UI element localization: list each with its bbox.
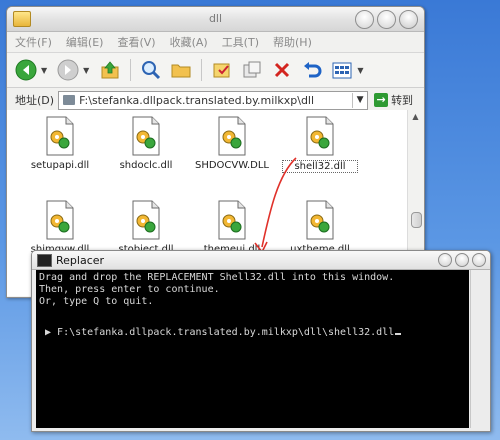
forward-arrow-icon bbox=[57, 59, 79, 81]
file-name: shdoclc.dll bbox=[119, 160, 173, 171]
copy-to-button[interactable] bbox=[239, 57, 265, 83]
console-maximize-button[interactable] bbox=[455, 253, 469, 267]
folders-button[interactable] bbox=[168, 57, 194, 83]
console-lines: Drag and drop the REPLACEMENT Shell32.dl… bbox=[39, 272, 394, 308]
file-item[interactable]: shimgvw.dll bbox=[22, 200, 98, 255]
file-item[interactable]: stobject.dll bbox=[108, 200, 184, 255]
console-line: Or, type Q to quit. bbox=[39, 296, 154, 307]
dll-file-icon bbox=[306, 116, 334, 156]
search-button[interactable] bbox=[138, 57, 164, 83]
file-name: SHDOCVW.DLL bbox=[194, 160, 270, 171]
file-item[interactable]: uxtheme.dll bbox=[282, 200, 358, 255]
file-name: shell32.dll bbox=[282, 160, 358, 173]
console-minimize-button[interactable] bbox=[438, 253, 452, 267]
go-button[interactable]: → 转到 bbox=[374, 92, 413, 108]
console-command: ▶ F:\stefanka.dllpack.translated.by.milk… bbox=[39, 327, 395, 338]
minimize-button[interactable] bbox=[355, 10, 374, 29]
console-titlebar[interactable]: Replacer bbox=[32, 251, 490, 270]
menu-bar: 文件(F) 编辑(E) 查看(V) 收藏(A) 工具(T) 帮助(H) bbox=[7, 32, 424, 53]
address-value[interactable]: F:\stefanka.dllpack.translated.by.milkxp… bbox=[79, 94, 352, 107]
folders-icon bbox=[171, 64, 191, 78]
console-output[interactable]: Drag and drop the REPLACEMENT Shell32.dl… bbox=[36, 270, 469, 428]
toolbar-separator bbox=[201, 59, 203, 81]
menu-view[interactable]: 查看(V) bbox=[117, 34, 155, 50]
toolbar: ▼ ▼ ▼ bbox=[7, 53, 424, 88]
back-dropdown-icon[interactable]: ▼ bbox=[41, 66, 47, 75]
address-label: 地址(D) bbox=[15, 94, 55, 107]
views-grid-icon bbox=[332, 62, 352, 79]
move-to-folder-icon bbox=[213, 63, 230, 78]
console-scrollbar[interactable] bbox=[470, 270, 487, 428]
explorer-titlebar[interactable]: dll bbox=[7, 7, 424, 32]
text-cursor bbox=[395, 333, 402, 335]
undo-button[interactable] bbox=[299, 57, 325, 83]
replacer-console-window: Replacer Drag and drop the REPLACEMENT S… bbox=[31, 250, 491, 432]
menu-file[interactable]: 文件(F) bbox=[15, 34, 52, 50]
console-line: Then, press enter to continue. bbox=[39, 284, 220, 295]
delete-button[interactable] bbox=[269, 57, 295, 83]
dll-file-icon bbox=[218, 200, 246, 240]
menu-edit[interactable]: 编辑(E) bbox=[66, 34, 104, 50]
up-folder-icon bbox=[101, 61, 119, 79]
address-dropdown-icon[interactable]: ▼ bbox=[352, 92, 367, 108]
views-dropdown-icon[interactable]: ▼ bbox=[357, 66, 363, 75]
drive-icon bbox=[63, 95, 76, 105]
console-title: Replacer bbox=[56, 254, 105, 267]
dll-file-icon bbox=[46, 116, 74, 156]
menu-tools[interactable]: 工具(T) bbox=[222, 34, 259, 50]
back-button[interactable] bbox=[13, 57, 39, 83]
dll-file-icon bbox=[132, 200, 160, 240]
dll-file-icon bbox=[306, 200, 334, 240]
toolbar-separator bbox=[130, 59, 132, 81]
file-name: setupapi.dll bbox=[30, 160, 90, 171]
search-icon bbox=[142, 61, 161, 80]
forward-dropdown-icon[interactable]: ▼ bbox=[83, 66, 89, 75]
up-folder-button[interactable] bbox=[97, 57, 123, 83]
copy-to-icon bbox=[243, 61, 261, 78]
back-arrow-icon bbox=[15, 59, 37, 81]
scroll-up-arrow-icon[interactable]: ▲ bbox=[410, 112, 421, 123]
views-button[interactable] bbox=[329, 57, 355, 83]
delete-x-icon bbox=[275, 62, 290, 78]
go-arrow-icon: → bbox=[374, 93, 389, 107]
console-input-line[interactable]: ▶ F:\stefanka.dllpack.translated.by.milk… bbox=[39, 327, 402, 338]
forward-button[interactable] bbox=[55, 57, 81, 83]
maximize-button[interactable] bbox=[377, 10, 396, 29]
go-label: 转到 bbox=[391, 94, 414, 107]
scrollbar-thumb[interactable] bbox=[411, 212, 422, 228]
close-button[interactable] bbox=[399, 10, 418, 29]
file-item[interactable]: setupapi.dll bbox=[22, 116, 98, 171]
file-item[interactable]: SHDOCVW.DLL bbox=[194, 116, 270, 171]
console-line: Drag and drop the REPLACEMENT Shell32.dl… bbox=[39, 272, 395, 283]
file-item[interactable]: shdoclc.dll bbox=[108, 116, 184, 171]
dll-file-icon bbox=[46, 200, 74, 240]
menu-favorites[interactable]: 收藏(A) bbox=[170, 34, 208, 50]
console-close-button[interactable] bbox=[472, 253, 486, 267]
file-item[interactable]: themeui.dll bbox=[194, 200, 270, 255]
undo-arrow-icon bbox=[304, 62, 322, 78]
menu-help[interactable]: 帮助(H) bbox=[273, 34, 312, 50]
address-input[interactable]: F:\stefanka.dllpack.translated.by.milkxp… bbox=[58, 90, 369, 110]
file-item-selected[interactable]: shell32.dll bbox=[282, 116, 358, 173]
move-to-button[interactable] bbox=[209, 57, 235, 83]
dll-file-icon bbox=[218, 116, 246, 156]
console-icon[interactable] bbox=[37, 254, 52, 267]
dll-file-icon bbox=[132, 116, 160, 156]
